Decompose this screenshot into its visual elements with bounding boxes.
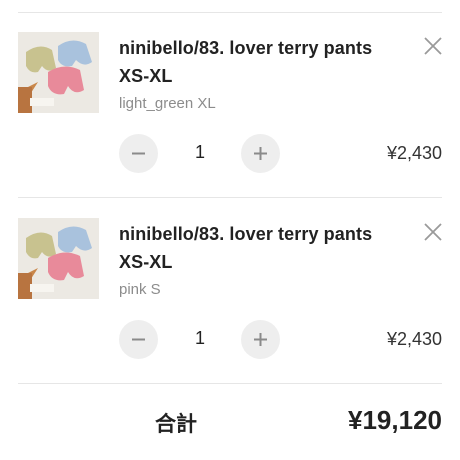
- increase-quantity-button[interactable]: [241, 320, 280, 359]
- cart-page: ninibello/83. lover terry pants XS-XL li…: [0, 0, 460, 460]
- plus-icon: [254, 147, 267, 160]
- minus-icon: [132, 338, 145, 341]
- product-thumbnail[interactable]: [18, 218, 99, 299]
- minus-icon: [132, 152, 145, 155]
- product-variant: light_green XL: [119, 95, 216, 112]
- product-photo-shorts-icon: [18, 218, 99, 299]
- quantity-value: 1: [194, 328, 205, 348]
- product-title[interactable]: ninibello/83. lover terry pants XS-XL: [119, 34, 401, 90]
- increase-quantity-button[interactable]: [241, 134, 280, 173]
- total-label: 合計: [155, 413, 197, 436]
- decrease-quantity-button[interactable]: [119, 134, 158, 173]
- close-icon: [424, 223, 442, 241]
- total-value: ¥19,120: [348, 405, 442, 435]
- plus-icon: [254, 333, 267, 346]
- product-variant: pink S: [119, 281, 161, 298]
- remove-item-button[interactable]: [421, 220, 445, 244]
- remove-item-button[interactable]: [421, 34, 445, 58]
- cart-item: ninibello/83. lover terry pants XS-XL pi…: [0, 198, 460, 383]
- cart-item: ninibello/83. lover terry pants XS-XL li…: [0, 12, 460, 197]
- quantity-value: 1: [194, 142, 205, 162]
- item-price: ¥2,430: [386, 329, 442, 349]
- item-price: ¥2,430: [386, 143, 442, 163]
- decrease-quantity-button[interactable]: [119, 320, 158, 359]
- product-photo-shorts-icon: [18, 32, 99, 113]
- summary-divider: [18, 383, 442, 384]
- product-title[interactable]: ninibello/83. lover terry pants XS-XL: [119, 220, 401, 276]
- product-thumbnail[interactable]: [18, 32, 99, 113]
- close-icon: [424, 37, 442, 55]
